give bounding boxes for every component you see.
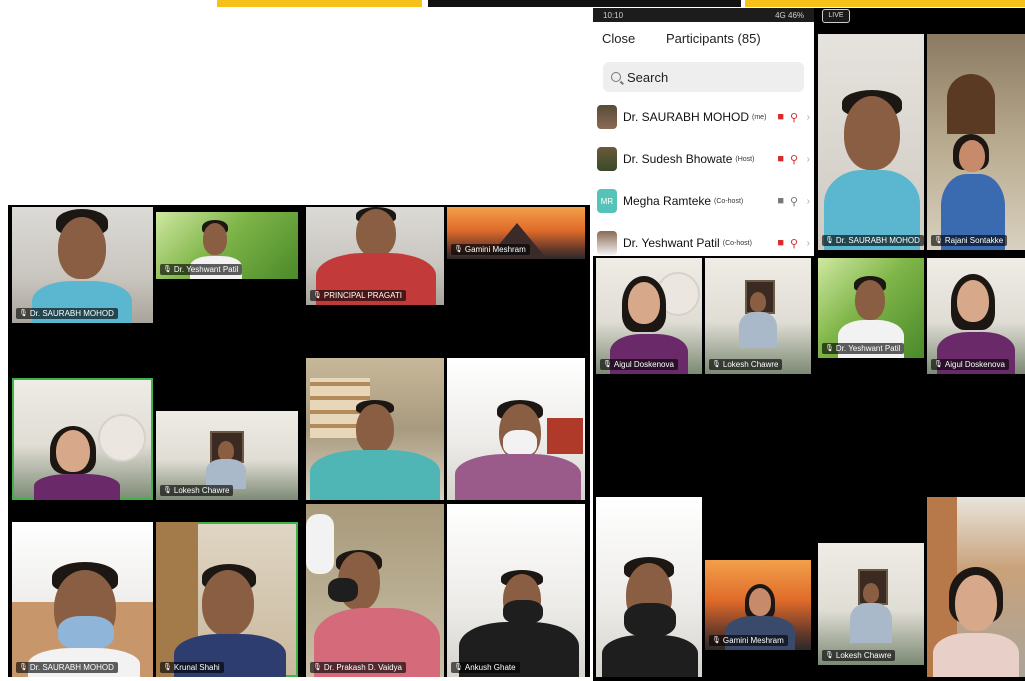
participant-name-label: 🎙 PRINCIPAL PRAGATI	[310, 290, 406, 301]
search-input[interactable]: Search	[603, 62, 804, 92]
mic-icon: 🎙	[603, 361, 612, 368]
video-tile[interactable]: 🎙 Aigul Doskenova	[927, 258, 1025, 374]
mic-muted-icon[interactable]: ⚲	[790, 153, 798, 166]
video-tile-active-speaker[interactable]: 🎙 Krunal Shahi	[156, 522, 298, 677]
mic-icon: 🎙	[163, 487, 172, 494]
chevron-right-icon[interactable]: ›	[807, 196, 810, 207]
participant-list: Dr. SAURABH MOHOD (me) ■ ⚲ › Dr. Sudesh …	[593, 96, 814, 256]
mic-icon: 🎙	[712, 361, 721, 368]
phone-status-bar: 10:10 4G 46%	[593, 8, 814, 22]
banner-strip-right	[745, 0, 1025, 7]
mic-icon: 🎙	[163, 266, 172, 273]
video-tile[interactable]: 🎙 Lokesh Chawre	[818, 543, 924, 665]
participant-row[interactable]: Dr. Yeshwant Patil (Co-host) ■ ⚲ ›	[593, 222, 814, 256]
participant-row[interactable]: Dr. Sudesh Bhowate (Host) ■ ⚲ ›	[593, 138, 814, 180]
video-tile[interactable]: 🎙 Gamini Meshram	[447, 207, 585, 259]
mic-icon: 🎙	[313, 664, 322, 671]
video-tile[interactable]: 🎙 Dr. Yeshwant Patil	[818, 258, 924, 358]
video-tile[interactable]	[447, 358, 585, 500]
video-tile[interactable]: 🎙 PRINCIPAL PRAGATI	[306, 207, 444, 305]
video-tile[interactable]	[596, 497, 702, 677]
participant-name-label: 🎙 Gamini Meshram	[451, 244, 530, 255]
close-button[interactable]: Close	[602, 31, 635, 46]
avatar: MR	[597, 189, 617, 213]
participant-name-label: 🎙 Dr. SAURABH MOHOD	[822, 235, 924, 246]
video-tile[interactable]: 🎙 Dr. SAURABH MOHOD	[12, 207, 153, 323]
mic-icon: 🎙	[825, 345, 834, 352]
participants-panel: 10:10 4G 46% Close Participants (85) Sea…	[593, 8, 814, 256]
participant-name-label: 🎙 Dr. Prakash D. Vaidya	[310, 662, 406, 673]
participant-name-label: 🎙 Lokesh Chawre	[822, 650, 896, 661]
mic-muted-icon[interactable]: ⚲	[790, 111, 798, 124]
participants-title: Participants (85)	[666, 31, 761, 46]
video-tile[interactable]: 🎙 Dr. Prakash D. Vaidya	[306, 504, 444, 677]
mic-icon: 🎙	[454, 664, 463, 671]
mic-icon[interactable]: ⚲	[790, 195, 798, 208]
mic-muted-icon[interactable]: ⚲	[790, 237, 798, 250]
participant-name-label: 🎙 Dr. SAURABH MOHOD	[16, 308, 118, 319]
participants-header: Close Participants (85)	[593, 22, 814, 56]
mic-icon: 🎙	[163, 664, 172, 671]
video-tile[interactable]	[306, 358, 444, 500]
mic-icon: 🎙	[934, 237, 943, 244]
video-tile[interactable]: 🎙 Dr. SAURABH MOHOD	[12, 522, 153, 677]
participant-name-label: 🎙 Dr. Yeshwant Patil	[160, 264, 243, 275]
participant-name-label: 🎙 Dr. SAURABH MOHOD	[16, 662, 118, 673]
video-off-icon[interactable]: ■	[777, 237, 784, 249]
video-off-icon[interactable]: ■	[777, 153, 784, 165]
participant-name-label: 🎙 Ankush Ghate	[451, 662, 520, 673]
avatar	[597, 105, 617, 129]
video-tile[interactable]: 🎙 Gamini Meshram	[705, 560, 811, 650]
mic-icon: 🎙	[934, 361, 943, 368]
banner-strip-left	[217, 0, 422, 7]
participant-name-label: 🎙 Lokesh Chawre	[160, 485, 234, 496]
chevron-right-icon[interactable]: ›	[807, 154, 810, 165]
participant-name-label: 🎙 Lokesh Chawre	[709, 359, 783, 370]
mic-icon: 🎙	[454, 246, 463, 253]
mic-icon: 🎙	[313, 292, 322, 299]
video-tile[interactable]: 🎙 Lokesh Chawre	[705, 258, 811, 374]
participant-name-label: 🎙 Krunal Shahi	[160, 662, 224, 673]
participant-name-label: 🎙 Aigul Doskenova	[600, 359, 678, 370]
participant-name-label: 🎙 Rajani Sontakke	[931, 235, 1008, 246]
video-tile-active-speaker[interactable]	[12, 378, 153, 500]
search-icon	[611, 72, 621, 82]
video-tile[interactable]: 🎙 Dr. Yeshwant Patil	[156, 212, 298, 279]
video-icon[interactable]: ■	[777, 195, 784, 207]
participant-row[interactable]: MR Megha Ramteke (Co-host) ■ ⚲ ›	[593, 180, 814, 222]
video-tile[interactable]	[927, 497, 1025, 677]
mic-icon: 🎙	[19, 664, 28, 671]
participant-name-label: 🎙 Aigul Doskenova	[931, 359, 1009, 370]
video-tile[interactable]: 🎙 Dr. SAURABH MOHOD	[818, 34, 924, 250]
video-tile[interactable]: 🎙 Lokesh Chawre	[156, 411, 298, 500]
avatar	[597, 147, 617, 171]
participant-name-label: 🎙 Dr. Yeshwant Patil	[822, 343, 905, 354]
mic-icon: 🎙	[825, 652, 834, 659]
participant-row[interactable]: Dr. SAURABH MOHOD (me) ■ ⚲ ›	[593, 96, 814, 138]
video-off-icon[interactable]: ■	[777, 111, 784, 123]
chevron-right-icon[interactable]: ›	[807, 112, 810, 123]
banner-strip-middle	[428, 0, 741, 7]
chevron-right-icon[interactable]: ›	[807, 238, 810, 249]
avatar	[597, 231, 617, 255]
mic-icon: 🎙	[712, 637, 721, 644]
video-tile[interactable]: 🎙 Rajani Sontakke	[927, 34, 1025, 250]
mic-icon: 🎙	[825, 237, 834, 244]
live-badge: LIVE	[822, 9, 850, 23]
mic-icon: 🎙	[19, 310, 28, 317]
participant-name-label: 🎙 Gamini Meshram	[709, 635, 788, 646]
video-tile[interactable]: 🎙 Ankush Ghate	[447, 504, 585, 677]
video-tile[interactable]: 🎙 Aigul Doskenova	[596, 258, 702, 374]
